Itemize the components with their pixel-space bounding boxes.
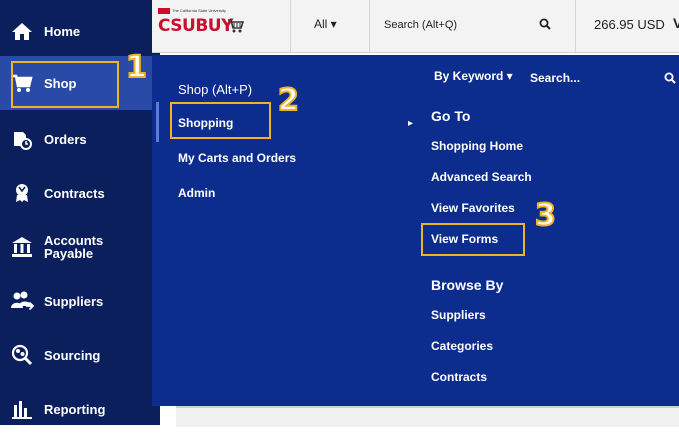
- sidebar-item-label-line2: Payable: [44, 246, 94, 261]
- highlight-box-view-forms: [421, 223, 525, 256]
- logo-cart-icon: [228, 19, 244, 33]
- logo-badge: [158, 8, 170, 14]
- cart-total-trailing: V: [673, 15, 679, 31]
- sidebar-item-label: Orders: [44, 131, 87, 147]
- keyword-dropdown[interactable]: By Keyword ▾: [434, 69, 513, 83]
- active-item-indicator: [156, 102, 159, 142]
- cart-total[interactable]: 266.95 USD: [594, 17, 665, 32]
- sidebar-item-label: Contracts: [44, 185, 105, 201]
- step-number-1: 1: [125, 49, 148, 86]
- top-bar: The California State University CSUBUY A…: [152, 0, 679, 53]
- sidebar-item-label: Suppliers: [44, 293, 104, 309]
- menu-item-my-carts-and-orders[interactable]: My Carts and Orders: [178, 151, 296, 165]
- sidebar-item-reporting[interactable]: Reporting: [0, 382, 152, 436]
- contracts-icon: [0, 182, 44, 204]
- highlight-box-shopping: [170, 102, 271, 139]
- sidebar-item-label: Reporting: [44, 401, 106, 417]
- home-icon: [0, 21, 44, 41]
- sidebar-item-contracts[interactable]: Contracts: [0, 166, 152, 220]
- orders-icon: [0, 128, 44, 150]
- menu-link-view-favorites[interactable]: View Favorites: [431, 201, 515, 215]
- suppliers-icon: [0, 290, 44, 312]
- csubuy-logo[interactable]: The California State University CSUBUY: [158, 8, 258, 40]
- sidebar-item-orders[interactable]: Orders: [0, 112, 152, 166]
- sidebar-item-suppliers[interactable]: Suppliers: [0, 274, 152, 328]
- menu-link-categories[interactable]: Categories: [431, 339, 493, 353]
- browse-heading: Browse By: [431, 277, 504, 293]
- sidebar-item-label: Home: [44, 23, 81, 39]
- goto-heading: Go To: [431, 108, 471, 124]
- menu-search-input[interactable]: Search...: [530, 71, 580, 85]
- divider: [575, 0, 576, 52]
- submenu-arrow-icon: ▸: [408, 118, 414, 129]
- logo-subtitle: The California State University: [172, 8, 227, 13]
- highlight-box-shop: [11, 61, 119, 108]
- logo-text: CSUBUY: [158, 16, 233, 36]
- menu-link-shopping-home[interactable]: Shopping Home: [431, 139, 523, 153]
- sidebar-item-label: Sourcing: [44, 347, 101, 363]
- menu-link-contracts[interactable]: Contracts: [431, 370, 487, 384]
- search-input[interactable]: Search (Alt+Q): [384, 19, 457, 31]
- step-number-3: 3: [534, 197, 557, 234]
- menu-search-icon[interactable]: [664, 72, 676, 84]
- step-number-2: 2: [277, 82, 300, 119]
- category-dropdown[interactable]: All ▾: [314, 17, 337, 31]
- sourcing-icon: [0, 344, 44, 366]
- divider: [290, 0, 291, 52]
- divider: [369, 0, 370, 52]
- search-icon[interactable]: [539, 18, 551, 30]
- menu-link-advanced-search[interactable]: Advanced Search: [431, 170, 532, 184]
- reporting-icon: [0, 398, 44, 420]
- bank-icon: [0, 236, 44, 258]
- menu-item-admin[interactable]: Admin: [178, 186, 215, 200]
- menu-link-suppliers[interactable]: Suppliers: [431, 308, 486, 322]
- menu-section-title: Shop (Alt+P): [178, 82, 253, 97]
- sidebar-item-sourcing[interactable]: Sourcing: [0, 328, 152, 382]
- sidebar-item-accounts-payable[interactable]: Accounts Payable: [0, 220, 152, 274]
- page-content-edge: [176, 406, 679, 427]
